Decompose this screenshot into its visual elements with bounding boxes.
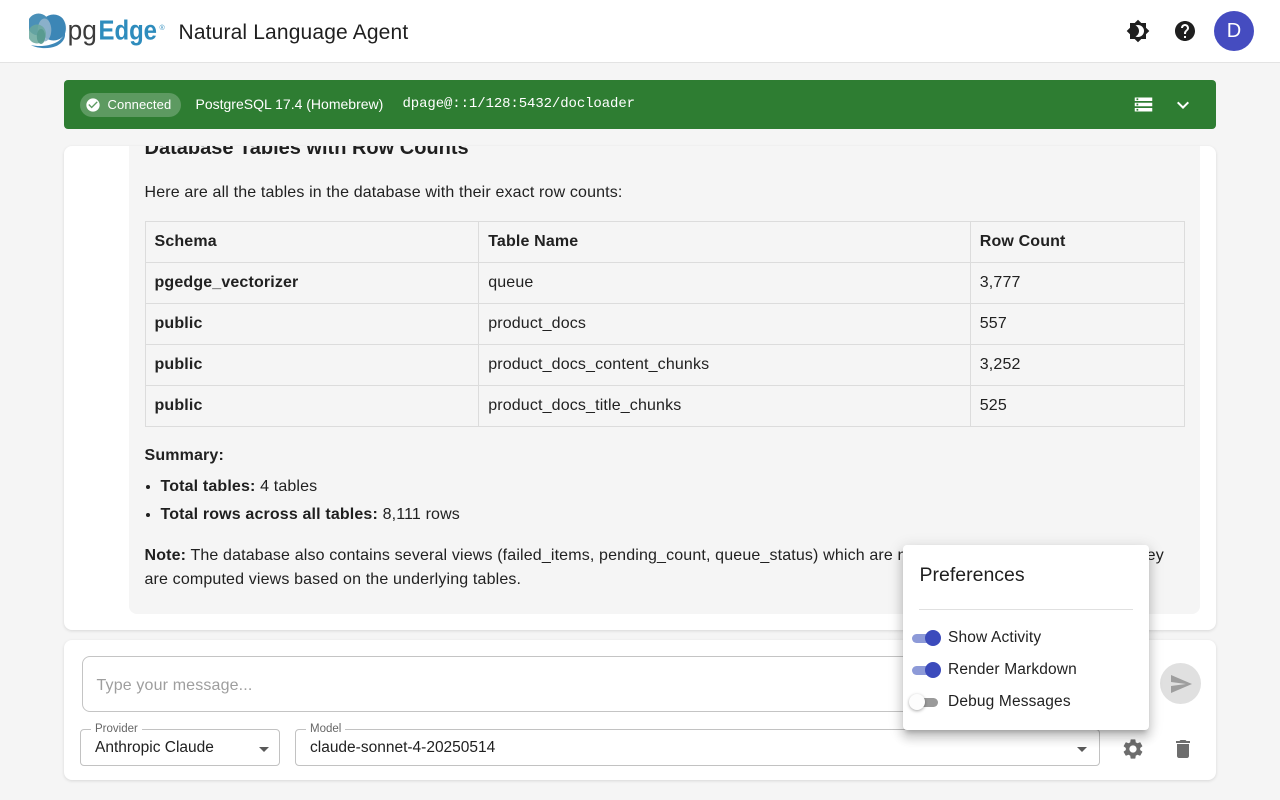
svg-text:Edge: Edge [99, 15, 158, 46]
svg-text:pg: pg [68, 15, 97, 46]
svg-text:®: ® [160, 24, 166, 32]
